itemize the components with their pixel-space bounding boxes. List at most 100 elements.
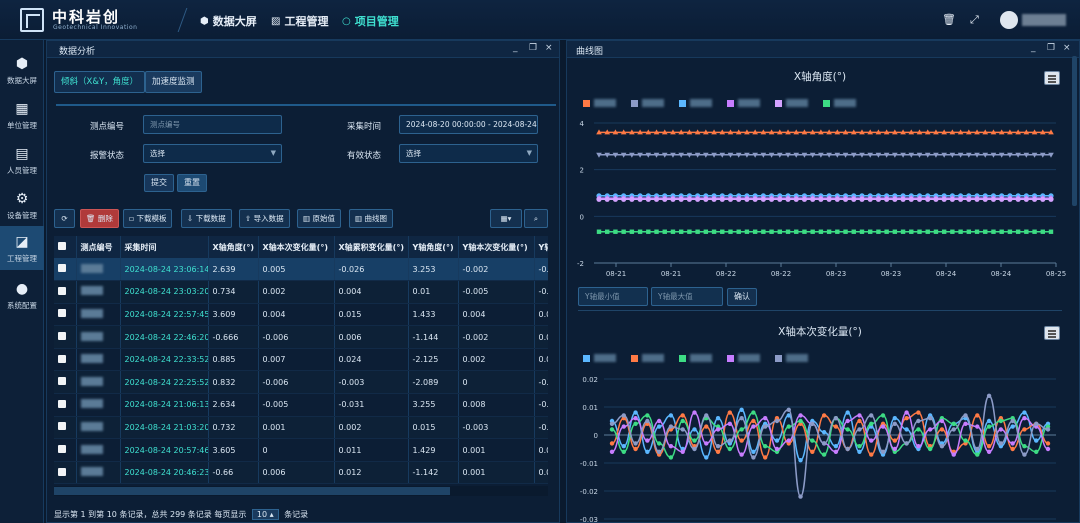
legend-swatch xyxy=(727,99,734,107)
sidebar-item-staff[interactable]: ▤ 人员管理 xyxy=(0,138,44,182)
x-tick-label: 08-24 xyxy=(991,270,1012,278)
table-row[interactable]: 2024-08-24 23:03:20 0.734 0.002 0.004 0.01 -0… xyxy=(54,280,548,304)
confirm-button[interactable]: 确认 xyxy=(727,288,757,306)
point-id-redacted xyxy=(76,416,121,440)
table-row[interactable]: 2024-08-24 22:57:45 3.609 0.004 0.015 1.433 0… xyxy=(54,303,548,327)
row-checkbox[interactable] xyxy=(54,461,77,485)
delete-button[interactable]: 🗑 删除 xyxy=(80,209,119,228)
y-min-input[interactable]: Y轴最小值 xyxy=(578,287,648,306)
data-point xyxy=(752,229,758,234)
horizontal-scrollbar[interactable] xyxy=(54,486,548,496)
y-max-input[interactable]: Y轴最大值 xyxy=(651,287,723,306)
legend-item[interactable] xyxy=(727,99,760,107)
data-point xyxy=(680,413,685,418)
chart-menu-icon[interactable] xyxy=(1044,71,1060,85)
column-header[interactable]: X轴累积变化量(°) xyxy=(334,236,409,258)
sidebar-item-system[interactable]: ● 系统配置 xyxy=(0,273,44,317)
alarm-select[interactable]: 选择 ▼ xyxy=(143,144,282,163)
scrollbar-thumb[interactable] xyxy=(54,487,450,495)
page-size-select[interactable]: 10 ▴ xyxy=(251,509,279,520)
row-checkbox[interactable] xyxy=(54,280,77,304)
legend-item[interactable] xyxy=(679,354,712,362)
valid-select[interactable]: 选择 ▼ xyxy=(399,144,538,163)
vertical-scrollbar[interactable] xyxy=(1072,56,1077,206)
tab-acceleration[interactable]: 加速度监测 xyxy=(145,71,202,93)
row-checkbox[interactable] xyxy=(54,370,77,395)
reset-button[interactable]: 重置 xyxy=(177,174,207,192)
column-header[interactable]: X轴角度(°) xyxy=(208,236,259,258)
table-row[interactable]: 2024-08-24 21:03:20 0.732 0.001 0.002 0.015-… xyxy=(54,416,548,440)
table-row[interactable]: 2024-08-24 21:06:13 2.634 -0.005 -0.031 3.25… xyxy=(54,393,548,417)
legend-item[interactable] xyxy=(631,354,664,362)
user-name-redacted[interactable] xyxy=(1022,14,1066,26)
row-checkbox[interactable] xyxy=(54,438,77,462)
close-icon[interactable]: × xyxy=(1063,43,1071,53)
column-header[interactable]: Y轴角度(°) xyxy=(408,236,459,258)
legend-item[interactable] xyxy=(823,99,856,107)
row-checkbox[interactable] xyxy=(54,303,77,327)
data-point xyxy=(670,196,676,202)
column-header[interactable]: 测点编号 xyxy=(76,236,121,258)
sidebar-item-project[interactable]: ◪ 工程管理 xyxy=(0,226,44,270)
table-row[interactable]: 2024-08-24 20:57:46 3.605 0 0.011 1.429 0.001… xyxy=(54,438,548,462)
data-point xyxy=(1045,427,1051,432)
row-checkbox[interactable] xyxy=(54,325,77,349)
row-checkbox[interactable] xyxy=(54,416,77,440)
table-row[interactable]: 2024-08-24 23:06:14 2.639 0.005 -0.026 3.253… xyxy=(54,258,548,282)
alarm-label: 报警状态 xyxy=(90,151,125,161)
data-point xyxy=(983,229,988,234)
download-template-button[interactable]: ▫ 下载模板 xyxy=(123,209,173,228)
submit-button[interactable]: 提交 xyxy=(144,174,174,192)
legend-name-redacted xyxy=(594,354,616,362)
column-header[interactable]: Y轴本次变化量(°) xyxy=(458,236,535,258)
data-point xyxy=(1007,229,1013,234)
chart-menu-icon[interactable] xyxy=(1044,326,1060,340)
table-cell: 0.007 xyxy=(258,348,335,372)
avatar[interactable] xyxy=(1000,11,1018,29)
fullscreen-icon[interactable]: ⤢ xyxy=(970,13,979,27)
time-range-input[interactable]: 2024-08-20 00:00:00 - 2024-08-24 2 xyxy=(399,115,538,134)
legend-item[interactable] xyxy=(583,99,616,107)
legend-item[interactable] xyxy=(727,354,760,362)
column-header[interactable]: Y轴 xyxy=(534,236,548,258)
restore-icon[interactable]: ❐ xyxy=(529,43,537,53)
close-icon[interactable]: × xyxy=(545,43,553,53)
select-all-checkbox[interactable] xyxy=(54,236,77,258)
row-checkbox[interactable] xyxy=(54,258,77,282)
column-toggle-button[interactable]: ▦▾ xyxy=(490,209,522,228)
row-checkbox[interactable] xyxy=(54,348,77,372)
table-row[interactable]: 2024-08-24 22:25:52 0.832 -0.006 -0.003 -2.0… xyxy=(54,370,548,395)
point-input[interactable]: 测点编号 xyxy=(143,115,282,134)
restore-icon[interactable]: ❐ xyxy=(1047,43,1055,53)
minimize-icon[interactable]: _ xyxy=(513,43,518,53)
legend-item[interactable] xyxy=(631,99,664,107)
sidebar-item-device[interactable]: ⚙ 设备管理 xyxy=(0,183,44,227)
legend-item[interactable] xyxy=(679,99,712,107)
import-data-button[interactable]: ⇧ 导入数据 xyxy=(239,209,290,228)
data-point xyxy=(868,229,873,234)
tab-tilt[interactable]: 倾斜（X&Y，角度） xyxy=(54,71,146,93)
minimize-icon[interactable]: _ xyxy=(1031,43,1036,53)
legend-item[interactable] xyxy=(775,354,808,362)
curve-chart-button[interactable]: ▥ 曲线图 xyxy=(349,209,393,228)
column-header[interactable]: X轴本次变化量(°) xyxy=(258,236,335,258)
data-point xyxy=(810,438,815,443)
row-checkbox[interactable] xyxy=(54,393,77,417)
legend-item[interactable] xyxy=(775,99,808,107)
column-header[interactable]: 采集时间 xyxy=(120,236,209,258)
table-row[interactable]: 2024-08-24 20:46:23 -0.66 0.006 0.012 -1.142… xyxy=(54,461,548,485)
download-data-button[interactable]: ⇩ 下载数据 xyxy=(181,209,232,228)
refresh-button[interactable]: ⟳ xyxy=(54,209,75,228)
caret-down-icon: ▼ xyxy=(270,149,276,157)
search-button[interactable]: ⌕ xyxy=(524,209,548,228)
nav-project-management[interactable]: ▨ 工程管理 xyxy=(271,13,328,29)
legend-item[interactable] xyxy=(583,354,616,362)
nav-data-screen[interactable]: ⬢ 数据大屏 xyxy=(200,13,257,29)
nav-item-management[interactable]: ○ 项目管理 xyxy=(342,13,399,29)
sidebar-item-data-screen[interactable]: ⬢ 数据大屏 xyxy=(0,48,44,92)
sidebar-item-unit[interactable]: ▦ 单位管理 xyxy=(0,93,44,137)
table-row[interactable]: 2024-08-24 22:33:52 0.885 0.007 0.024 -2.125… xyxy=(54,348,548,372)
raw-value-button[interactable]: ▥ 原始值 xyxy=(297,209,341,228)
trash-icon[interactable]: 🗑 xyxy=(942,13,956,26)
table-row[interactable]: 2024-08-24 22:46:20 -0.666 -0.006 0.006 -1.1… xyxy=(54,325,548,349)
